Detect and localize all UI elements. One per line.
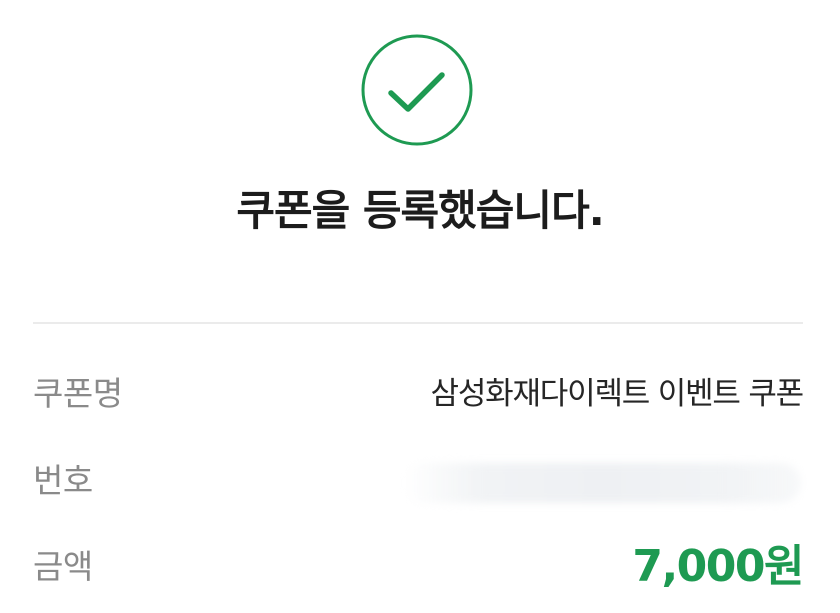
coupon-amount-label: 금액: [33, 547, 93, 586]
coupon-amount-row: 금액 7,000원: [33, 537, 804, 597]
coupon-registration-result: 쿠폰을 등록했습니다. 쿠폰명 삼성화재다이렉트 이벤트 쿠폰 번호 금액 7,…: [0, 0, 840, 613]
coupon-number-masked-value: [403, 463, 801, 503]
coupon-number-row: 번호: [33, 451, 803, 511]
check-circle-icon: [361, 34, 473, 146]
coupon-number-label: 번호: [33, 461, 93, 500]
coupon-name-value: 삼성화재다이렉트 이벤트 쿠폰: [430, 376, 805, 412]
page-title: 쿠폰을 등록했습니다.: [236, 186, 604, 235]
divider: [33, 322, 803, 324]
coupon-amount-value: 7,000원: [632, 541, 804, 592]
coupon-name-row: 쿠폰명 삼성화재다이렉트 이벤트 쿠폰: [33, 364, 805, 424]
coupon-name-label: 쿠폰명: [33, 374, 123, 413]
